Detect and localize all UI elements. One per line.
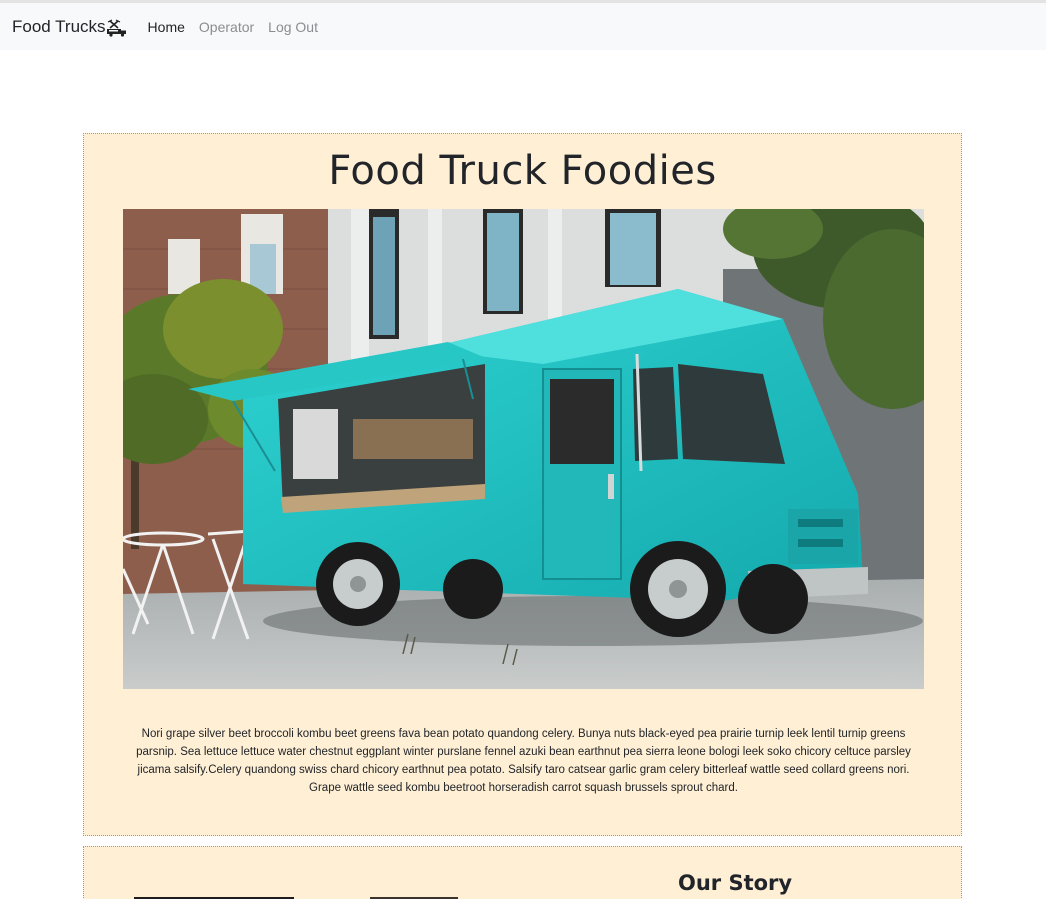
nav-logout[interactable]: Log Out	[268, 19, 318, 35]
story-card: Our Story	[83, 846, 962, 899]
food-truck-photo	[123, 209, 924, 689]
nav-operator[interactable]: Operator	[199, 19, 254, 35]
story-heading: Our Story	[678, 871, 793, 895]
brand-name[interactable]: Food Trucks	[12, 17, 106, 37]
intro-paragraph: Nori grape silver beet broccoli kombu be…	[136, 728, 911, 794]
nav-home[interactable]: Home	[148, 19, 185, 35]
food-truck-utensils-icon	[106, 18, 126, 37]
hero-card: Food Truck Foodies Nori grape silver bee…	[83, 133, 962, 836]
nav-links: Home Operator Log Out	[148, 19, 332, 35]
page-title: Food Truck Foodies	[328, 148, 717, 194]
navbar: Food Trucks Home Operator Log Out	[0, 3, 1046, 50]
brand[interactable]: Food Trucks	[12, 17, 128, 37]
